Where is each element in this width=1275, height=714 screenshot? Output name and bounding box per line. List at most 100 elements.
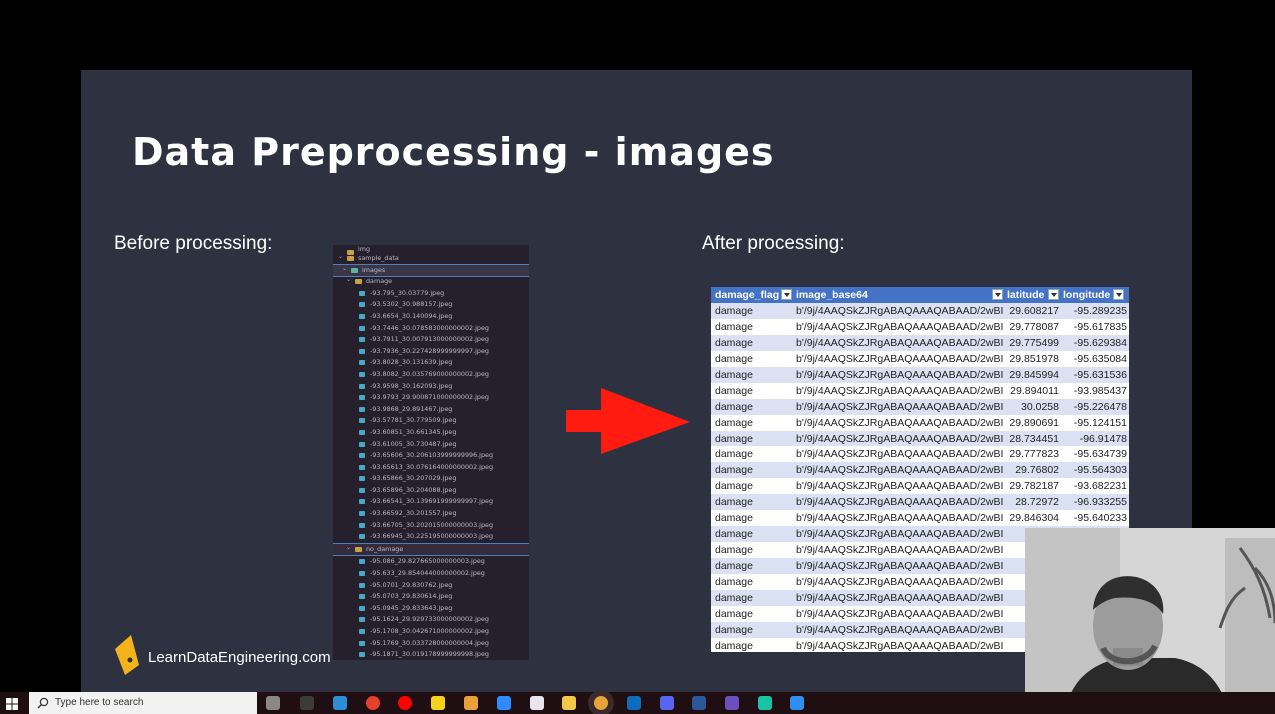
tree-item-label: -93.65866_30.207029.jpeg bbox=[370, 474, 457, 483]
tree-file-item[interactable]: -93.65613_30.076164000000002.jpeg bbox=[333, 462, 529, 474]
tree-file-item[interactable]: -95.0945_29.833643.jpeg bbox=[333, 603, 529, 615]
tree-file-item[interactable]: -95.1769_30.033728000000004.jpeg bbox=[333, 638, 529, 650]
file-explorer-icon[interactable] bbox=[562, 696, 576, 710]
tree-file-item[interactable]: -93.57781_30.779509.jpeg bbox=[333, 415, 529, 427]
table-cell: b'/9j/4AAQSkZJRgABAQAAAQABAAD/2wBI bbox=[796, 575, 1004, 588]
tree-file-item[interactable]: -93.66592_30.201557.jpeg bbox=[333, 508, 529, 520]
tree-file-item[interactable]: -95.0703_29.830614.jpeg bbox=[333, 591, 529, 603]
image-file-icon bbox=[359, 383, 365, 389]
tree-file-item[interactable]: -93.66541_30.139691999999997.jpeg bbox=[333, 496, 529, 508]
filter-dropdown-icon[interactable] bbox=[992, 289, 1003, 300]
tree-file-item[interactable]: -93.7446_30.078583000000002.jpeg bbox=[333, 323, 529, 335]
tree-item-label: -93.6654_30.140094.jpeg bbox=[370, 311, 453, 320]
table-cell: 29.777823 bbox=[1009, 448, 1059, 461]
table-cell: 29.608217 bbox=[1009, 305, 1059, 317]
tree-item-label: img bbox=[358, 245, 371, 253]
table-cell: damage bbox=[715, 464, 753, 477]
slack-icon[interactable] bbox=[530, 696, 544, 710]
media-player-icon[interactable] bbox=[366, 696, 380, 710]
tree-file-item[interactable]: -95.0701_29.830762.jpeg bbox=[333, 580, 529, 592]
tree-item-label: -93.5302_30.988157.jpeg bbox=[370, 300, 453, 309]
image-file-icon bbox=[359, 617, 365, 623]
tree-file-item[interactable]: -93.8028_30.131639.jpeg bbox=[333, 357, 529, 369]
image-file-icon bbox=[359, 522, 365, 528]
filter-dropdown-icon[interactable] bbox=[1048, 289, 1059, 300]
tree-item-label: -93.65606_30.206103999999996.jpeg bbox=[370, 451, 493, 460]
chevron-down-icon[interactable]: ⌄ bbox=[346, 542, 351, 554]
tree-folder-damage[interactable]: ⌄ damage bbox=[333, 276, 529, 288]
zoom-icon[interactable] bbox=[497, 696, 511, 710]
tree-file-item[interactable]: -93.9598_30.162093.jpeg bbox=[333, 381, 529, 393]
tree-file-item[interactable]: -93.795_30.03779.jpeg bbox=[333, 288, 529, 300]
windows-start-icon[interactable] bbox=[6, 698, 18, 710]
tree-file-item[interactable]: -93.60851_30.661345.jpeg bbox=[333, 427, 529, 439]
tree-file-item[interactable]: -93.8082_30.035769000000002.jpeg bbox=[333, 369, 529, 381]
tree-file-item[interactable]: -93.7936_30.227428999999997.jpeg bbox=[333, 346, 529, 358]
table-cell: damage bbox=[715, 320, 753, 333]
tree-file-item[interactable]: -93.66945_30.225195000000003.jpeg bbox=[333, 531, 529, 543]
table-cell: -95.124151 bbox=[1073, 416, 1127, 429]
tree-folder-no-damage[interactable]: ⌄ no_damage bbox=[333, 542, 529, 557]
task-view-icon[interactable] bbox=[266, 696, 280, 710]
taskbar-search-box[interactable]: Type here to search bbox=[29, 692, 257, 714]
tree-item-label: -95.1708_30.042671000000002.jpeg bbox=[370, 627, 489, 635]
table-cell: b'/9j/4AAQSkZJRgABAQAAAQABAAD/2wBI bbox=[796, 544, 1004, 557]
tree-file-item[interactable]: -93.65896_30.204088.jpeg bbox=[333, 485, 529, 497]
image-file-icon bbox=[359, 313, 365, 319]
chevron-down-icon[interactable]: ⌄ bbox=[338, 251, 343, 263]
tree-item-label: -93.795_30.03779.jpeg bbox=[370, 288, 445, 297]
tree-file-item[interactable]: -93.65866_30.207029.jpeg bbox=[333, 473, 529, 485]
table-cell: b'/9j/4AAQSkZJRgABAQAAAQABAAD/2wBI bbox=[796, 320, 1004, 333]
table-cell: b'/9j/4AAQSkZJRgABAQAAAQABAAD/2wBI bbox=[796, 464, 1004, 477]
chevron-down-icon[interactable]: ⌄ bbox=[346, 274, 351, 286]
table-cell: b'/9j/4AAQSkZJRgABAQAAAQABAAD/2wBI bbox=[796, 416, 1004, 429]
tree-item-label: -95.086_29.827665000000003.jpeg bbox=[370, 557, 485, 566]
table-cell: b'/9j/4AAQSkZJRgABAQAAAQABAAD/2wBI bbox=[796, 432, 1004, 445]
chevron-down-icon[interactable]: ⌄ bbox=[342, 263, 347, 275]
tree-file-item[interactable]: -93.61005_30.730487.jpeg bbox=[333, 439, 529, 451]
table-cell: 29.845994 bbox=[1009, 368, 1059, 381]
image-file-icon bbox=[359, 418, 365, 424]
word-icon[interactable] bbox=[692, 696, 706, 710]
image-file-icon bbox=[359, 476, 365, 482]
youtube-icon[interactable] bbox=[398, 696, 412, 710]
table-row: damage b'/9j/4AAQSkZJRgABAQAAAQABAAD/2wBI… bbox=[711, 319, 1129, 335]
miro-icon[interactable] bbox=[431, 696, 445, 710]
table-cell: damage bbox=[715, 416, 753, 429]
tree-file-item[interactable]: -95.1624_29.929733000000002.jpeg bbox=[333, 614, 529, 626]
vscode-icon[interactable] bbox=[790, 696, 804, 710]
tree-file-item[interactable]: -93.9793_29.900871000000002.jpeg bbox=[333, 392, 529, 404]
table-cell: damage bbox=[715, 432, 753, 445]
table-cell: 28.72972 bbox=[1015, 496, 1059, 509]
tree-file-item[interactable]: -95.086_29.827665000000003.jpeg bbox=[333, 556, 529, 568]
chrome-active-icon[interactable] bbox=[594, 696, 608, 710]
filter-dropdown-icon[interactable] bbox=[781, 289, 792, 300]
image-file-icon bbox=[359, 441, 365, 447]
tree-file-item[interactable]: -95.633_29.854044000000002.jpeg bbox=[333, 568, 529, 580]
edge-icon[interactable] bbox=[333, 696, 347, 710]
tree-file-item[interactable]: -95.1871_30.019178999999998.jpeg bbox=[333, 649, 529, 660]
app-green-icon[interactable] bbox=[758, 696, 772, 710]
tree-file-item[interactable]: -93.66705_30.202015000000003.jpeg bbox=[333, 520, 529, 532]
table-cell: damage bbox=[715, 368, 753, 381]
tree-file-item[interactable]: -93.7911_30.007913000000002.jpeg bbox=[333, 334, 529, 346]
tree-folder-images[interactable]: ⌄ images bbox=[333, 263, 529, 278]
discord-icon[interactable] bbox=[660, 696, 674, 710]
table-cell: -93.682231 bbox=[1073, 480, 1127, 493]
table-cell: -95.640233 bbox=[1073, 512, 1127, 525]
tree-item-label: -93.57781_30.779509.jpeg bbox=[370, 416, 457, 425]
tree-file-item[interactable]: -93.65606_30.206103999999996.jpeg bbox=[333, 450, 529, 462]
obs-icon[interactable] bbox=[725, 696, 739, 710]
filter-dropdown-icon[interactable] bbox=[1113, 289, 1124, 300]
image-file-icon bbox=[359, 582, 365, 588]
chrome-icon[interactable] bbox=[464, 696, 478, 710]
tree-file-item[interactable]: -93.9868_29.891467.jpeg bbox=[333, 404, 529, 416]
edge-dev-icon[interactable] bbox=[627, 696, 641, 710]
image-file-icon bbox=[359, 325, 365, 331]
tree-file-item[interactable]: -93.5302_30.988157.jpeg bbox=[333, 299, 529, 311]
tree-file-item[interactable]: -93.6654_30.140094.jpeg bbox=[333, 311, 529, 323]
table-row: damage b'/9j/4AAQSkZJRgABAQAAAQABAAD/2wBI… bbox=[711, 462, 1129, 479]
tree-file-item[interactable]: -95.1708_30.042671000000002.jpeg bbox=[333, 626, 529, 638]
tree-folder-sample-data[interactable]: ⌄ sample_data bbox=[333, 253, 529, 265]
terminal-icon[interactable] bbox=[300, 696, 314, 710]
